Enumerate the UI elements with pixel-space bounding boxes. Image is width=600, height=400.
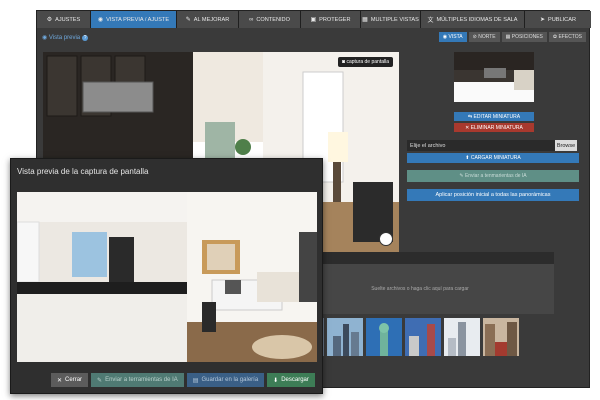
lower-header-strip: [286, 252, 554, 264]
gallery-item[interactable]: [366, 318, 402, 356]
gallery-item[interactable]: [405, 318, 441, 356]
tab-efectos[interactable]: ✿ EFECTOS: [548, 32, 586, 42]
apply-initial-position-button[interactable]: Aplicar posición inicial a todas las pan…: [407, 189, 579, 201]
modal-title: Vista previa de la captura de pantalla: [17, 167, 149, 176]
translate-icon: 文: [427, 18, 434, 24]
nav-proteger[interactable]: ▣ PROTEGER: [301, 11, 361, 28]
file-input[interactable]: Elije el archivo: [407, 140, 555, 151]
nav-multiple-vistas[interactable]: ▦ MULTIPLE VISTAS: [361, 11, 421, 28]
nav-vista-previa[interactable]: ◉ VISTA PREVIA / AJUSTE: [91, 11, 177, 28]
send-to-ai-tools-button[interactable]: ✎ Enviar a terramientas de IA: [91, 373, 184, 387]
send-to-ai-button[interactable]: ✎ Enviar a tenmarientas de IA: [407, 170, 579, 182]
gallery-image: [327, 318, 363, 356]
tab-norte[interactable]: ⊘ NORTE: [468, 32, 500, 42]
paper-plane-icon: ➤: [539, 17, 546, 23]
edit-thumbnail-button[interactable]: ⇆ EDITAR MINIATURA: [454, 112, 534, 121]
help-icon[interactable]: ?: [82, 35, 89, 41]
upload-dropzone[interactable]: Suelte archivos o haga clic aquí para ca…: [286, 264, 554, 314]
upload-thumbnail-button[interactable]: ⬆ CARGAR MINIATURA: [407, 153, 579, 163]
gallery-image: [366, 318, 402, 356]
close-icon: ✕: [57, 377, 63, 384]
view-tabs: ◉ VISTA ⊘ NORTE ▦ POSICIONES ✿ EFECTOS: [438, 32, 586, 42]
nav-ajustes[interactable]: ⚙ AJUSTES: [37, 11, 91, 28]
download-button[interactable]: ⬇ Descargar: [267, 373, 315, 387]
living-room-image: [17, 192, 317, 362]
images-icon: ▤: [192, 377, 199, 384]
eye-icon: ◉: [42, 35, 49, 41]
lock-icon: ▣: [310, 17, 317, 23]
gallery-item[interactable]: [327, 318, 363, 356]
modal-actions: ✕ Cerrar ✎ Enviar a terramientas de IA ▤ Gu…: [51, 373, 315, 387]
tab-vista[interactable]: ◉ VISTA: [438, 32, 467, 42]
magic-wand-icon: ✎: [97, 377, 103, 384]
gallery-item[interactable]: [483, 318, 519, 356]
gears-icon: ⚙: [46, 17, 53, 23]
browse-button[interactable]: Browse: [555, 140, 577, 151]
nav-contenido[interactable]: ∞ CONTENIDO: [239, 11, 301, 28]
close-button[interactable]: ✕ Cerrar: [51, 373, 89, 387]
magic-wand-icon: ✎: [185, 17, 191, 23]
delete-thumbnail-button[interactable]: ✕ ELIMINAR MINIATURA: [454, 123, 534, 132]
link-icon: ∞: [249, 16, 254, 23]
nav-multiples-idiomas[interactable]: 文 MÚLTIPLES IDIOMAS DE SALA: [421, 11, 525, 28]
thumbnail-image: [454, 52, 534, 102]
top-navigation: ⚙ AJUSTES ◉ VISTA PREVIA / AJUSTE ✎ AL MEJO…: [37, 11, 591, 28]
gallery-image: [444, 318, 480, 356]
nav-al-mejorar[interactable]: ✎ AL MEJORAR: [177, 11, 239, 28]
gallery-image: [405, 318, 441, 356]
screenshot-preview-image: [17, 192, 317, 362]
eye-icon: ◉: [97, 17, 104, 23]
compass-icon[interactable]: [379, 232, 393, 246]
screenshot-preview-modal: Vista previa de la captura de pantalla ✕…: [10, 158, 323, 394]
gallery-item[interactable]: [444, 318, 480, 356]
thumbnail-preview: [454, 52, 534, 102]
capture-screenshot-button[interactable]: ◙ captura de pantalla: [338, 57, 393, 67]
grid-icon: ▦: [362, 17, 368, 23]
gallery-image: [483, 318, 519, 356]
save-to-gallery-button[interactable]: ▤ Guardar en la galería: [186, 373, 265, 387]
download-icon: ⬇: [273, 377, 279, 384]
tab-posiciones[interactable]: ▦ POSICIONES: [501, 32, 547, 42]
preview-label: ◉ Vista previa?: [42, 35, 89, 41]
file-chooser: Elije el archivo Browse: [407, 140, 577, 151]
nav-publicar[interactable]: ➤ PUBLICAR: [525, 11, 591, 28]
